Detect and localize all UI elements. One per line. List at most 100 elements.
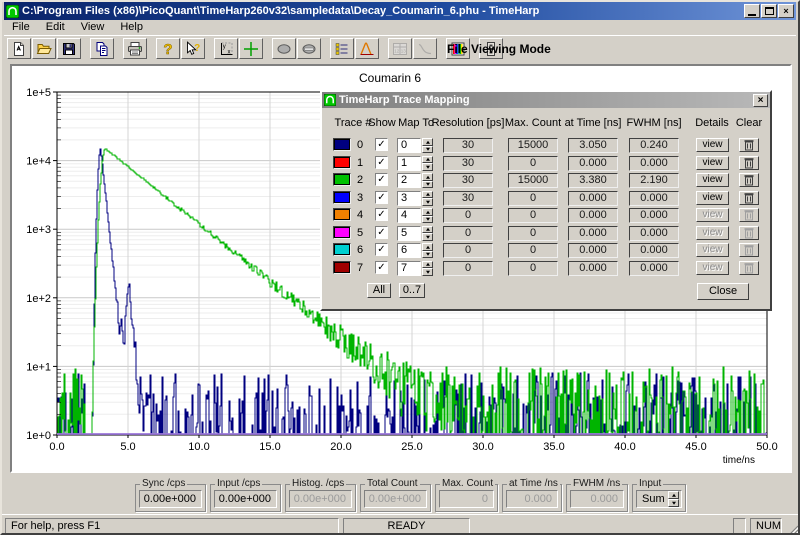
copy-button[interactable] xyxy=(90,38,114,59)
print-button[interactable] xyxy=(123,38,147,59)
menu-help[interactable]: Help xyxy=(112,20,151,35)
show-checkbox[interactable]: ✓ xyxy=(375,208,388,221)
spinner-down-icon[interactable] xyxy=(422,198,433,206)
menu-file[interactable]: File xyxy=(4,20,38,35)
minimize-button[interactable] xyxy=(744,4,760,18)
spinner-down-icon[interactable] xyxy=(422,163,433,171)
dialog-close-action-button[interactable]: Close xyxy=(697,283,749,300)
menu-view[interactable]: View xyxy=(73,20,113,35)
map-to-spinner[interactable] xyxy=(422,191,433,206)
svg-text:y: y xyxy=(223,44,226,50)
peak-fit-button[interactable] xyxy=(355,38,379,59)
close-button[interactable]: × xyxy=(778,4,794,18)
all-button[interactable]: All xyxy=(367,283,391,298)
clear-button[interactable] xyxy=(739,173,759,187)
svg-text:10.0: 10.0 xyxy=(188,441,209,453)
axis-settings-button[interactable]: yx xyxy=(214,38,238,59)
view-button[interactable]: view xyxy=(696,138,729,152)
integral-table-icon: 1213 xyxy=(392,41,408,57)
spinner-up-icon[interactable] xyxy=(422,261,433,269)
clear-button[interactable] xyxy=(739,191,759,205)
map-to-input[interactable]: 0 xyxy=(397,138,421,153)
spinner-up-icon[interactable] xyxy=(422,243,433,251)
map-to-spinner[interactable] xyxy=(422,226,433,241)
maximize-button[interactable] xyxy=(761,4,777,18)
show-checkbox[interactable]: ✓ xyxy=(375,138,388,151)
menu-edit[interactable]: Edit xyxy=(38,20,73,35)
statusbar-num-lock: NUM xyxy=(750,518,782,535)
view-button[interactable]: view xyxy=(696,191,729,205)
column-header-fwhm-ns: FWHM [ns] xyxy=(614,117,694,129)
map-to-spinner[interactable] xyxy=(422,156,433,171)
integral-table-button: 1213 xyxy=(388,38,412,59)
titlebar[interactable]: C:\Program Files (x86)\PicoQuant\TimeHar… xyxy=(4,2,796,20)
spinner-up-icon[interactable] xyxy=(668,491,679,499)
dialog-titlebar[interactable]: TimeHarp Trace Mapping × xyxy=(322,92,770,108)
panel-at-time-ns: at Time /ns0.000 xyxy=(502,484,562,512)
map-to-input[interactable]: 1 xyxy=(397,156,421,171)
new-document-button[interactable] xyxy=(7,38,31,59)
map-to-input[interactable]: 2 xyxy=(397,173,421,188)
show-checkbox[interactable]: ✓ xyxy=(375,156,388,169)
view-button[interactable]: view xyxy=(696,156,729,170)
mode-label: File Viewing Mode xyxy=(447,36,551,62)
map-to-spinner[interactable] xyxy=(422,243,433,258)
map-to-spinner[interactable] xyxy=(422,138,433,153)
spinner-down-icon[interactable] xyxy=(422,268,433,276)
spinner-up-icon[interactable] xyxy=(422,208,433,216)
spinner-up-icon[interactable] xyxy=(422,138,433,146)
spinner-down-icon[interactable] xyxy=(422,146,433,154)
dialog-close-button[interactable]: × xyxy=(753,94,768,107)
map-to-spinner[interactable] xyxy=(422,173,433,188)
spinner-up-icon[interactable] xyxy=(422,156,433,164)
svg-text:1e+2: 1e+2 xyxy=(26,293,51,305)
fwhm-field: 0.000 xyxy=(629,191,679,206)
panel-value: 0.000 xyxy=(524,493,552,505)
view-button: view xyxy=(696,226,729,240)
clear-button[interactable] xyxy=(739,156,759,170)
map-to-input[interactable]: 6 xyxy=(397,243,421,258)
help-button[interactable]: ? xyxy=(156,38,180,59)
context-help-button[interactable]: ? xyxy=(181,38,205,59)
panel-sync-cps: Sync /cps0.00e+000 xyxy=(135,484,206,512)
trace-color-swatch xyxy=(333,138,351,151)
map-to-input[interactable]: 5 xyxy=(397,226,421,241)
spinner-down-icon[interactable] xyxy=(668,499,679,507)
range-0-7-button[interactable]: 0..7 xyxy=(399,283,425,298)
show-checkbox[interactable]: ✓ xyxy=(375,243,388,256)
input-mode-spinner[interactable] xyxy=(668,491,679,507)
view-button[interactable]: view xyxy=(696,173,729,187)
map-to-input[interactable]: 7 xyxy=(397,261,421,276)
svg-text:0.0: 0.0 xyxy=(49,441,64,453)
marker-off-button[interactable] xyxy=(297,38,321,59)
spinner-up-icon[interactable] xyxy=(422,173,433,181)
trace-mapping-button[interactable] xyxy=(330,38,354,59)
panel-label: Sync /cps xyxy=(140,478,187,489)
spinner-up-icon[interactable] xyxy=(422,226,433,234)
show-checkbox[interactable]: ✓ xyxy=(375,226,388,239)
marker-button[interactable] xyxy=(272,38,296,59)
spinner-down-icon[interactable] xyxy=(422,216,433,224)
resize-grip-icon[interactable] xyxy=(786,524,799,535)
clear-button[interactable] xyxy=(739,138,759,152)
fwhm-field: 0.000 xyxy=(629,243,679,258)
spinner-down-icon[interactable] xyxy=(422,181,433,189)
panel-value: 0.00e+000 xyxy=(294,493,346,505)
show-checkbox[interactable]: ✓ xyxy=(375,191,388,204)
toolbar: ?? yx 1213 File Viewing Mode xyxy=(4,35,796,61)
map-to-spinner[interactable] xyxy=(422,261,433,276)
spinner-up-icon[interactable] xyxy=(422,191,433,199)
spinner-down-icon[interactable] xyxy=(422,251,433,259)
spinner-down-icon[interactable] xyxy=(422,233,433,241)
map-to-spinner[interactable] xyxy=(422,208,433,223)
trace-number: 3 xyxy=(357,191,373,205)
crosshair-button[interactable] xyxy=(239,38,263,59)
open-file-button[interactable] xyxy=(32,38,56,59)
map-to-input[interactable]: 4 xyxy=(397,208,421,223)
show-checkbox[interactable]: ✓ xyxy=(375,173,388,186)
panel-max-count: Max. Count0 xyxy=(435,484,498,512)
show-checkbox[interactable]: ✓ xyxy=(375,261,388,274)
svg-text:15.0: 15.0 xyxy=(259,441,280,453)
save-button[interactable] xyxy=(57,38,81,59)
map-to-input[interactable]: 3 xyxy=(397,191,421,206)
